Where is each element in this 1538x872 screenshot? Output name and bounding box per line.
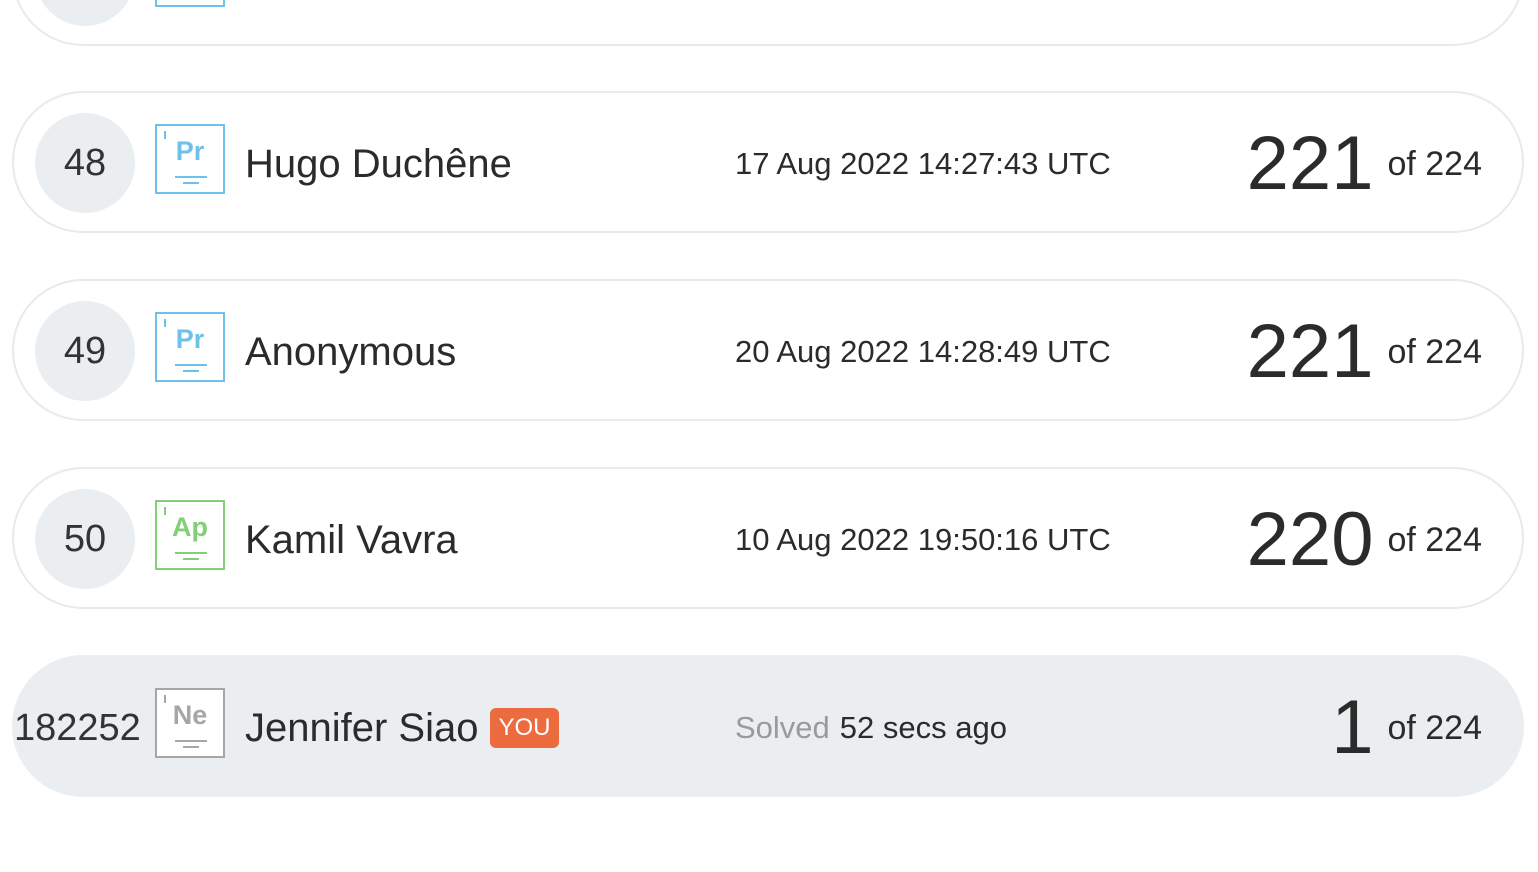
level-badge-icon: Pr <box>155 312 225 382</box>
score: 1 of 224 <box>1331 657 1482 799</box>
level-symbol: Ne <box>172 700 208 730</box>
player-name[interactable]: Hugo Duchêne <box>245 93 512 235</box>
score-total: of 224 <box>1387 332 1482 371</box>
player-name[interactable]: Jennifer Siao <box>245 706 478 751</box>
rank-number: 182252 <box>14 706 141 749</box>
player-name[interactable]: Anonymous <box>245 281 456 423</box>
score-value: 221 <box>1246 309 1374 394</box>
level-symbol: Pr <box>175 136 205 166</box>
score-total: of 224 <box>1387 708 1482 747</box>
rank-number: 50 <box>35 489 135 589</box>
leaderboard-row[interactable]: 50 Ap Kamil Vavra 10 Aug 2022 19:50:16 U… <box>12 467 1524 609</box>
level-badge-icon: Ne <box>155 688 225 758</box>
score-total: of 224 <box>1387 144 1482 183</box>
level-badge-icon: Ap <box>155 500 225 570</box>
level-badge-icon: Pr <box>155 124 225 194</box>
level-symbol: Pr <box>175 324 205 354</box>
score: 221 of 224 <box>1247 281 1482 423</box>
solved-status: Solved 52 secs ago <box>735 657 1007 799</box>
score-value: 1 <box>1331 685 1374 770</box>
completion-date: 17 Aug 2022 14:27:43 UTC <box>735 146 1111 181</box>
current-user-row[interactable]: 182252 Ne Jennifer Siao YOU Solved 52 se… <box>12 655 1524 797</box>
you-badge: YOU <box>490 708 559 748</box>
level-badge-icon <box>155 0 225 7</box>
score: 220 of 224 <box>1247 469 1482 611</box>
rank-number: 48 <box>35 113 135 213</box>
score-value: 221 <box>1246 121 1374 206</box>
leaderboard-row[interactable]: 49 Pr Anonymous 20 Aug 2022 14:28:49 UTC… <box>12 279 1524 421</box>
score-value: 220 <box>1246 497 1374 582</box>
leaderboard-row-partial[interactable] <box>12 0 1524 46</box>
completion-date: 20 Aug 2022 14:28:49 UTC <box>735 334 1111 369</box>
level-symbol: Ap <box>172 512 208 542</box>
solved-time: 52 secs ago <box>839 710 1007 745</box>
rank-circle <box>35 0 135 26</box>
leaderboard-row[interactable]: 48 Pr Hugo Duchêne 17 Aug 2022 14:27:43 … <box>12 91 1524 233</box>
solved-label: Solved <box>735 710 830 745</box>
player-name[interactable]: Kamil Vavra <box>245 469 458 611</box>
rank-number: 49 <box>35 301 135 401</box>
score: 221 of 224 <box>1247 93 1482 235</box>
player-name-container: Jennifer Siao YOU <box>245 657 559 799</box>
leaderboard: 48 Pr Hugo Duchêne 17 Aug 2022 14:27:43 … <box>0 0 1538 872</box>
score-total: of 224 <box>1387 520 1482 559</box>
completion-date: 10 Aug 2022 19:50:16 UTC <box>735 522 1111 557</box>
